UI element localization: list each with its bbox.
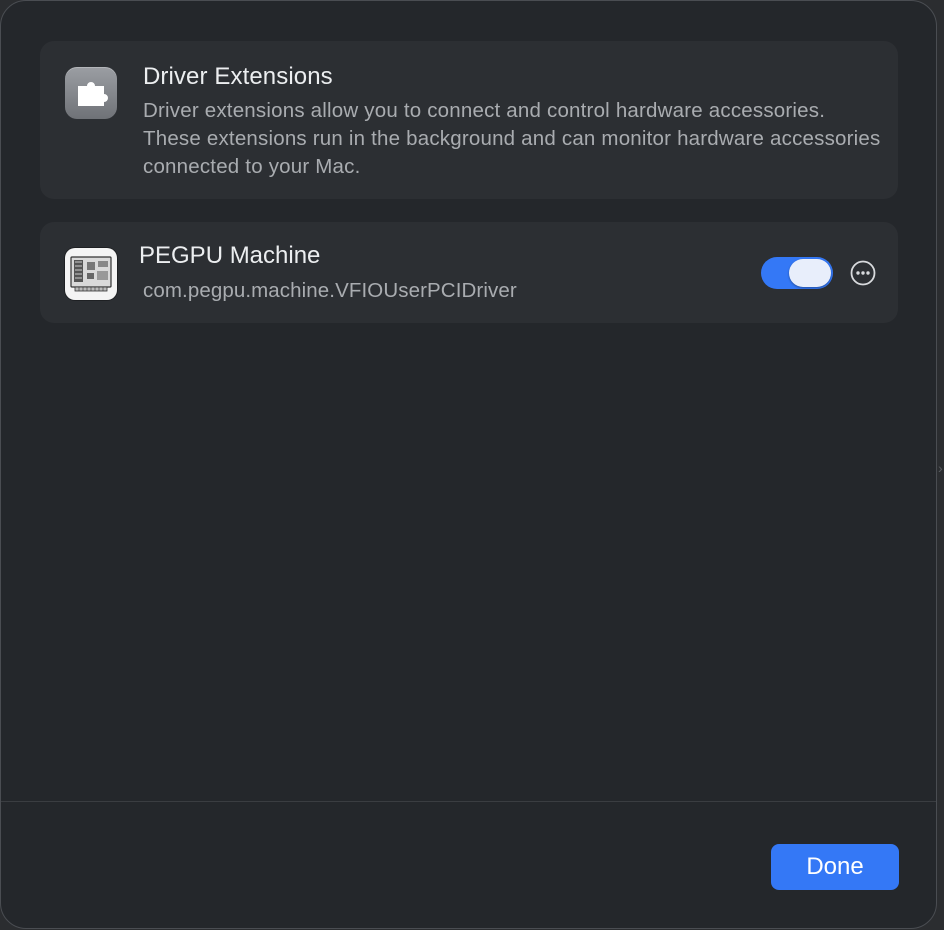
- info-description: Driver extensions allow you to connect a…: [143, 99, 881, 178]
- extension-bundle-id: com.pegpu.machine.VFIOUserPCIDriver: [143, 279, 517, 302]
- toggle-knob: [789, 259, 831, 287]
- pci-card-icon: [65, 248, 117, 300]
- footer-divider: [1, 801, 936, 802]
- driver-extensions-sheet: Driver Extensions Driver extensions allo…: [0, 0, 937, 929]
- puzzle-piece-icon: [65, 67, 117, 119]
- ellipsis-circle-icon: [850, 260, 876, 286]
- more-options-button[interactable]: [850, 260, 876, 286]
- info-title: Driver Extensions: [143, 63, 333, 90]
- info-card: Driver Extensions Driver extensions allo…: [40, 41, 898, 199]
- extension-enabled-toggle[interactable]: [761, 257, 833, 289]
- extension-name: PEGPU Machine: [139, 242, 321, 269]
- extension-row: PEGPU Machine com.pegpu.machine.VFIOUser…: [40, 222, 898, 323]
- chevron-right-icon: ›: [938, 460, 943, 476]
- done-button[interactable]: Done: [771, 844, 899, 890]
